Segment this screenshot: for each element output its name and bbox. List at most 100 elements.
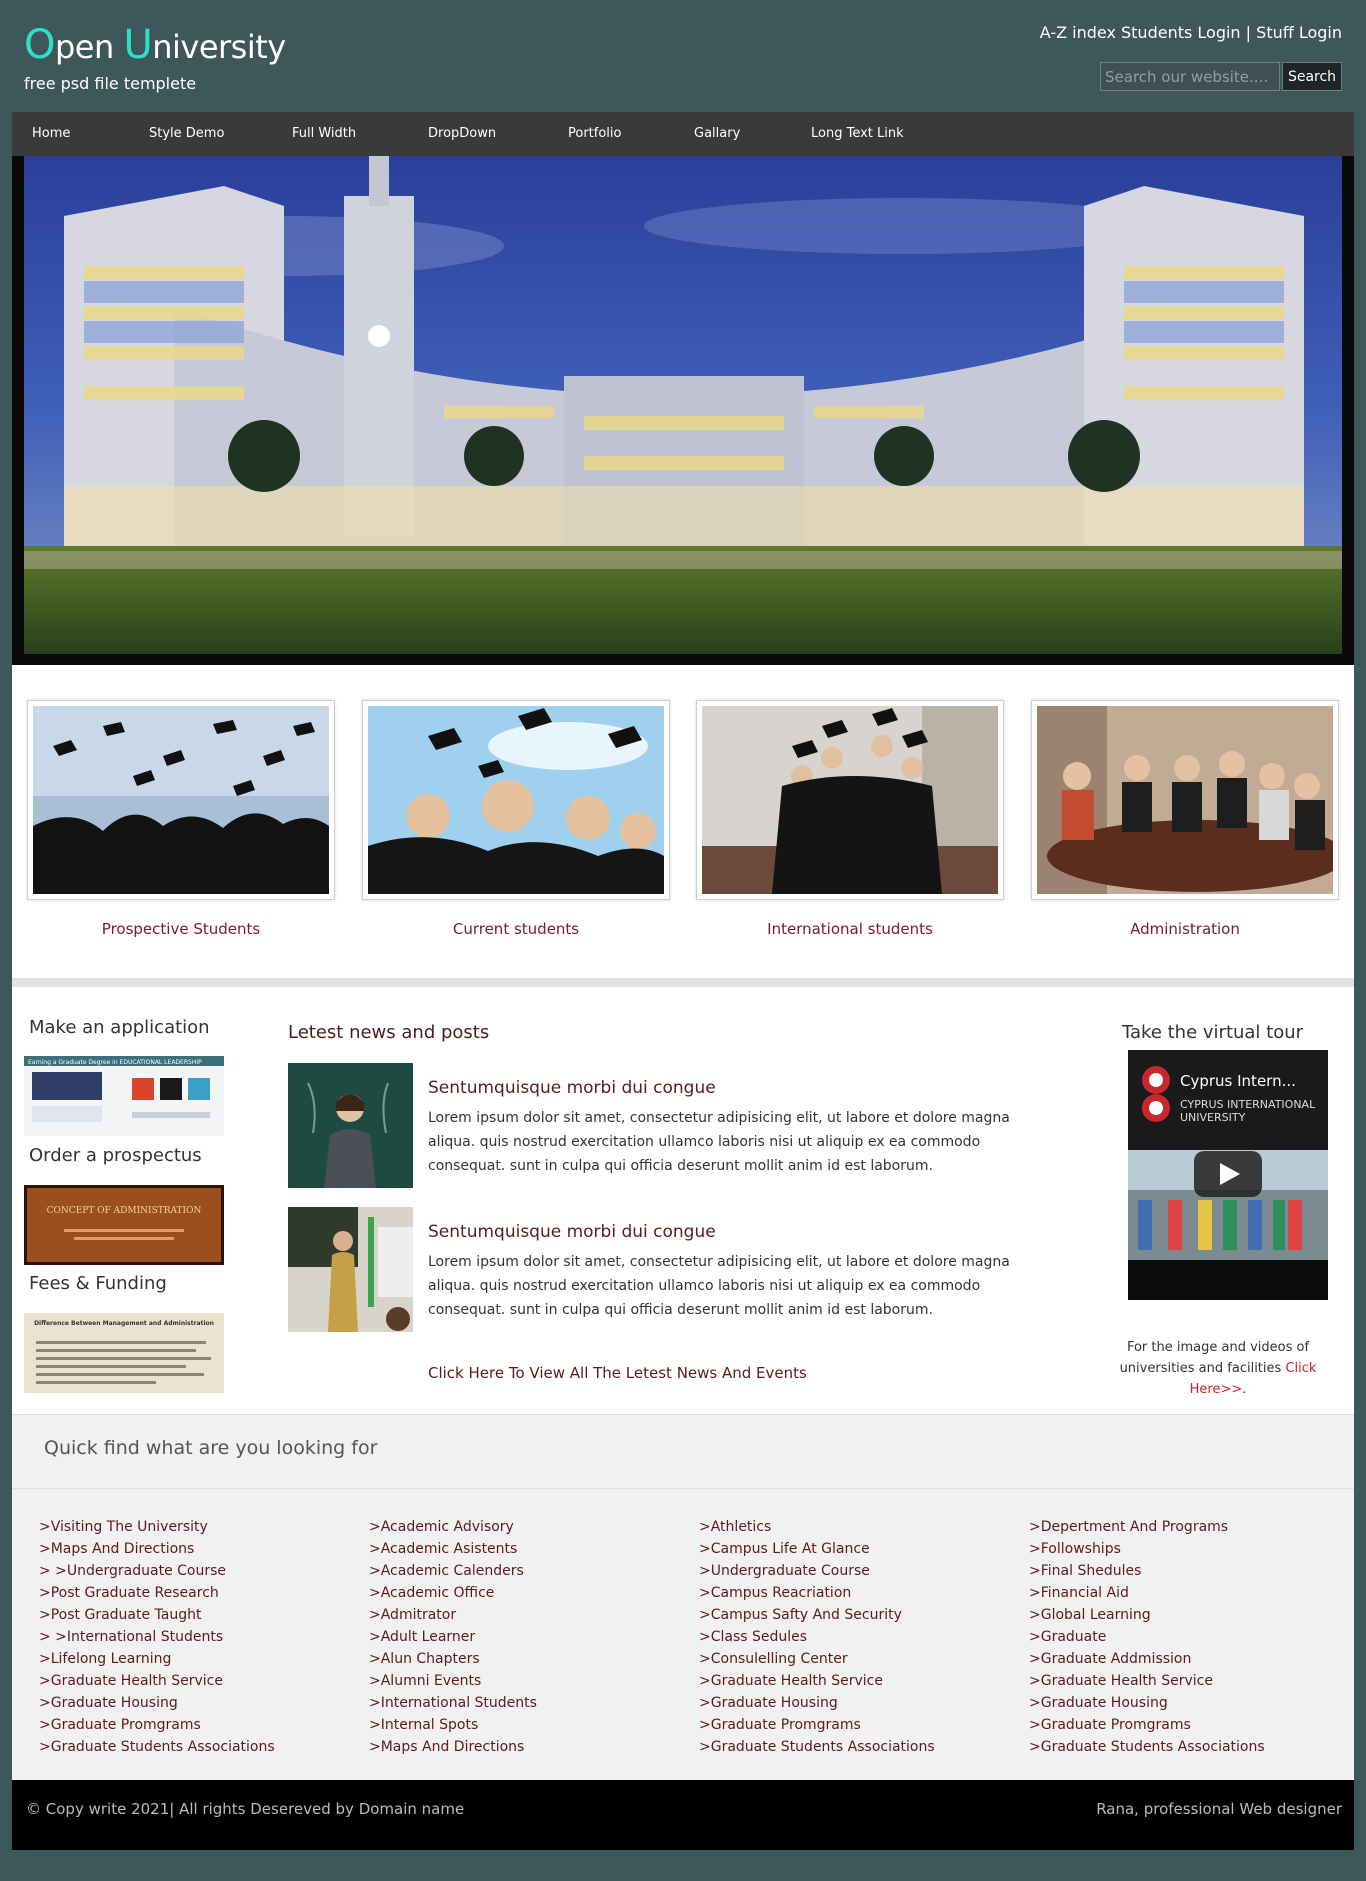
nav-full-width[interactable]: Full Width bbox=[292, 126, 356, 141]
card-international-students[interactable]: International students bbox=[696, 700, 1004, 938]
card-administration[interactable]: Administration bbox=[1031, 700, 1339, 938]
audience-cards: Prospective Students Current students In… bbox=[12, 665, 1354, 978]
nav-home[interactable]: Home bbox=[32, 126, 70, 141]
quick-link[interactable]: >Graduate Promgrams bbox=[1029, 1714, 1329, 1736]
logo-letter-u: U bbox=[123, 22, 153, 68]
card-label[interactable]: Administration bbox=[1031, 920, 1339, 938]
graduate-group-photo bbox=[702, 706, 998, 894]
news-post-title[interactable]: Sentumquisque morbi dui congue bbox=[428, 1222, 716, 1242]
quick-find-divider bbox=[12, 1488, 1354, 1489]
quick-link[interactable]: >Graduate Housing bbox=[1029, 1692, 1329, 1714]
order-prospectus-heading[interactable]: Order a prospectus bbox=[29, 1145, 202, 1166]
quick-link[interactable]: >Undergraduate Course bbox=[699, 1560, 999, 1582]
quick-link[interactable]: >Alumni Events bbox=[369, 1670, 669, 1692]
quick-link[interactable]: >Final Shedules bbox=[1029, 1560, 1329, 1582]
quick-link[interactable]: >Post Graduate Research bbox=[39, 1582, 339, 1604]
quick-link[interactable]: >Maps And Directions bbox=[39, 1538, 339, 1560]
quick-link[interactable]: >Global Learning bbox=[1029, 1604, 1329, 1626]
quick-link[interactable]: >International Students bbox=[369, 1692, 669, 1714]
news-post-body: Lorem ipsum dolor sit amet, consectetur … bbox=[428, 1254, 1010, 1318]
virtual-tour-video[interactable]: Cyprus Intern... CYPRUS INTERNATIONAL UN… bbox=[1128, 1050, 1328, 1300]
az-index-link[interactable]: A-Z index bbox=[1040, 23, 1116, 42]
quick-link[interactable]: >Graduate Housing bbox=[699, 1692, 999, 1714]
search-form: Search bbox=[1100, 62, 1342, 91]
quick-link[interactable]: > >International Students bbox=[39, 1626, 339, 1648]
card-frame bbox=[362, 700, 670, 900]
card-label[interactable]: Prospective Students bbox=[27, 920, 335, 938]
students-login-link[interactable]: Students Login bbox=[1121, 23, 1241, 42]
news-post-thumbnail[interactable] bbox=[288, 1063, 413, 1188]
nav-portfolio[interactable]: Portfolio bbox=[568, 126, 621, 141]
quick-link[interactable]: >Graduate Health Service bbox=[1029, 1670, 1329, 1692]
card-label[interactable]: Current students bbox=[362, 920, 670, 938]
quick-link[interactable]: >Graduate Health Service bbox=[699, 1670, 999, 1692]
nav-style-demo[interactable]: Style Demo bbox=[149, 126, 224, 141]
main-content: Make an application Earning a Graduate D… bbox=[12, 987, 1354, 1414]
quick-link[interactable]: >Financial Aid bbox=[1029, 1582, 1329, 1604]
quick-link[interactable]: >Graduate Students Associations bbox=[1029, 1736, 1329, 1758]
nav-long-text-link[interactable]: Long Text Link bbox=[811, 126, 904, 141]
quick-link[interactable]: >Depertment And Programs bbox=[1029, 1516, 1329, 1538]
quick-link[interactable]: >Campus Reacriation bbox=[699, 1582, 999, 1604]
quick-link[interactable]: >Graduate Students Associations bbox=[39, 1736, 339, 1758]
quick-link[interactable]: >Followships bbox=[1029, 1538, 1329, 1560]
quick-link[interactable]: >Alun Chapters bbox=[369, 1648, 669, 1670]
view-all-news-link[interactable]: Click Here To View All The Letest News A… bbox=[428, 1364, 807, 1382]
quick-link[interactable]: >Adult Learner bbox=[369, 1626, 669, 1648]
quick-link[interactable]: >Academic Advisory bbox=[369, 1516, 669, 1538]
logo-letter-o: O bbox=[24, 22, 55, 68]
news-post: Sentumquisque morbi dui congue Lorem ips… bbox=[288, 1207, 1048, 1332]
application-thumbnail[interactable]: Earning a Graduate Degree in EDUCATIONAL… bbox=[24, 1056, 224, 1136]
fees-thumbnail-caption: Difference Between Management and Admini… bbox=[34, 1320, 214, 1327]
fees-funding-heading[interactable]: Fees & Funding bbox=[29, 1273, 167, 1294]
news-section-title: Letest news and posts bbox=[288, 1022, 490, 1043]
card-prospective-students[interactable]: Prospective Students bbox=[27, 700, 335, 938]
make-application-heading[interactable]: Make an application bbox=[29, 1017, 210, 1038]
quick-link[interactable]: >Graduate Promgrams bbox=[699, 1714, 999, 1736]
quick-find-column: >Visiting The University >Maps And Direc… bbox=[39, 1516, 339, 1758]
stuff-login-link[interactable]: Stuff Login bbox=[1256, 23, 1342, 42]
quick-link[interactable]: >Academic Asistents bbox=[369, 1538, 669, 1560]
news-post-title[interactable]: Sentumquisque morbi dui congue bbox=[428, 1078, 716, 1098]
quick-link[interactable]: >Campus Safty And Security bbox=[699, 1604, 999, 1626]
quick-link[interactable]: > >Undergraduate Course bbox=[39, 1560, 339, 1582]
quick-link[interactable]: >Visiting The University bbox=[39, 1516, 339, 1538]
meeting-room-photo bbox=[1037, 706, 1333, 894]
tour-note-end: . bbox=[1242, 1382, 1247, 1397]
site-logo[interactable]: Open University bbox=[24, 22, 286, 68]
application-thumbnail-caption: Earning a Graduate Degree in EDUCATIONAL… bbox=[28, 1059, 202, 1066]
fees-thumbnail[interactable]: Difference Between Management and Admini… bbox=[24, 1313, 224, 1393]
card-label[interactable]: International students bbox=[696, 920, 1004, 938]
main-nav: Home Style Demo Full Width DropDown Port… bbox=[12, 112, 1354, 156]
news-post-thumbnail[interactable] bbox=[288, 1207, 413, 1332]
quick-link[interactable]: >Consulelling Center bbox=[699, 1648, 999, 1670]
quick-link[interactable]: >Campus Life At Glance bbox=[699, 1538, 999, 1560]
quick-link[interactable]: >Class Sedules bbox=[699, 1626, 999, 1648]
footer-copyright: © Copy write 2021| All rights Desereved … bbox=[26, 1800, 465, 1818]
quick-link[interactable]: >Maps And Directions bbox=[369, 1736, 669, 1758]
card-current-students[interactable]: Current students bbox=[362, 700, 670, 938]
nav-gallary[interactable]: Gallary bbox=[694, 126, 740, 141]
quick-link[interactable]: >Graduate Addmission bbox=[1029, 1648, 1329, 1670]
quick-link[interactable]: >Admitrator bbox=[369, 1604, 669, 1626]
quick-find-column: >Academic Advisory >Academic Asistents >… bbox=[369, 1516, 669, 1758]
quick-link[interactable]: >Post Graduate Taught bbox=[39, 1604, 339, 1626]
quick-link[interactable]: >Lifelong Learning bbox=[39, 1648, 339, 1670]
quick-link[interactable]: >Academic Office bbox=[369, 1582, 669, 1604]
site-tagline: free psd file templete bbox=[24, 74, 197, 93]
tour-note: For the image and videos of universities… bbox=[1108, 1337, 1328, 1400]
quick-link[interactable]: >Academic Calenders bbox=[369, 1560, 669, 1582]
nav-dropdown[interactable]: DropDown bbox=[428, 126, 496, 141]
quick-link[interactable]: >Graduate Housing bbox=[39, 1692, 339, 1714]
prospectus-thumbnail[interactable]: CONCEPT OF ADMINISTRATION bbox=[24, 1185, 224, 1265]
search-button[interactable]: Search bbox=[1282, 62, 1342, 91]
quick-link[interactable]: >Internal Spots bbox=[369, 1714, 669, 1736]
quick-link[interactable]: >Athletics bbox=[699, 1516, 999, 1538]
video-title[interactable]: Cyprus Intern... bbox=[1180, 1072, 1296, 1090]
search-input[interactable] bbox=[1100, 62, 1280, 91]
quick-link[interactable]: >Graduate bbox=[1029, 1626, 1329, 1648]
logo-text-niversity: niversity bbox=[152, 28, 286, 66]
quick-link[interactable]: >Graduate Students Associations bbox=[699, 1736, 999, 1758]
quick-link[interactable]: >Graduate Promgrams bbox=[39, 1714, 339, 1736]
quick-link[interactable]: >Graduate Health Service bbox=[39, 1670, 339, 1692]
